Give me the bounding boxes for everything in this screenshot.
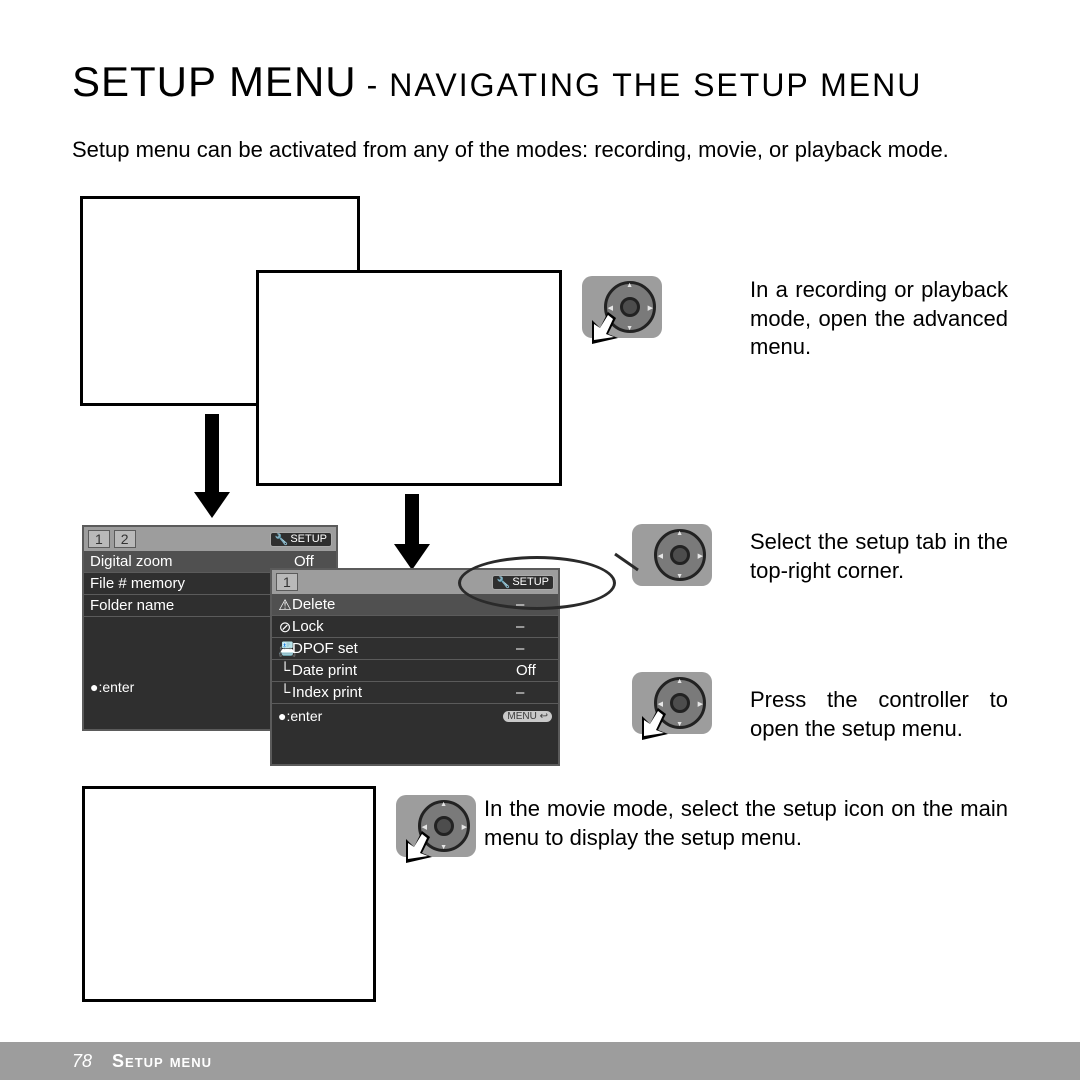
step2-text: Select the setup tab in the top-right co… — [750, 528, 1008, 585]
menu-row: └Date printOff — [272, 660, 558, 682]
tab-bar: 1 2 🔧 SETUP — [84, 527, 336, 551]
connector-line-icon — [560, 550, 640, 580]
cursor-arrow-icon — [590, 310, 620, 346]
setup-tab: 🔧 SETUP — [492, 575, 554, 590]
menu-row: └Index print– — [272, 682, 558, 704]
controller-knob-icon: ▲▼▶◀ — [632, 524, 712, 586]
setup-tab: 🔧 SETUP — [270, 532, 332, 547]
controller-knob-icon: ▲▼▶◀ — [632, 672, 712, 734]
tab-1: 1 — [88, 530, 110, 548]
wrench-icon: 🔧 — [275, 533, 289, 546]
menu-chip: MENU ↩ — [503, 711, 552, 722]
menu-row: ⚠Delete– — [272, 594, 558, 616]
title-main: SETUP MENU — [72, 58, 357, 106]
menu-row: 📇DPOF set– — [272, 638, 558, 660]
controller-knob-icon: ▲▼▶◀ — [582, 276, 662, 338]
down-arrow-icon — [205, 414, 219, 494]
page-number: 78 — [72, 1051, 92, 1072]
intro-text: Setup menu can be activated from any of … — [72, 136, 1008, 164]
section-name: Setup menu — [112, 1051, 212, 1072]
camera-screen-b: 1 🔧 SETUP ⚠Delete– ⊘Lock– 📇DPOF set– └Da… — [270, 568, 560, 766]
tab-2: 2 — [114, 530, 136, 548]
page-title: SETUP MENU - NAVIGATING THE SETUP MENU — [72, 58, 922, 106]
step4-text: In the movie mode, select the setup icon… — [484, 795, 1008, 852]
wrench-icon: 🔧 — [497, 576, 511, 589]
playback-mode-placeholder — [256, 270, 562, 486]
down-arrow-icon — [405, 494, 419, 546]
tab-bar: 1 🔧 SETUP — [272, 570, 558, 594]
movie-mode-placeholder — [82, 786, 376, 1002]
tab-1: 1 — [276, 573, 298, 591]
step1-text: In a recording or playback mode, open th… — [750, 276, 1008, 362]
cursor-arrow-icon — [640, 706, 670, 742]
footer-hint: ●:enter MENU ↩ — [272, 704, 558, 728]
step3-text: Press the controller to open the setup m… — [750, 686, 1008, 743]
title-sep: - — [367, 67, 380, 104]
controller-knob-icon: ▲▼▶◀ — [396, 795, 476, 857]
cursor-arrow-icon — [404, 829, 434, 865]
title-sub: NAVIGATING THE SETUP MENU — [389, 67, 922, 104]
menu-row: ⊘Lock– — [272, 616, 558, 638]
page-footer: 78 Setup menu — [0, 1042, 1080, 1080]
